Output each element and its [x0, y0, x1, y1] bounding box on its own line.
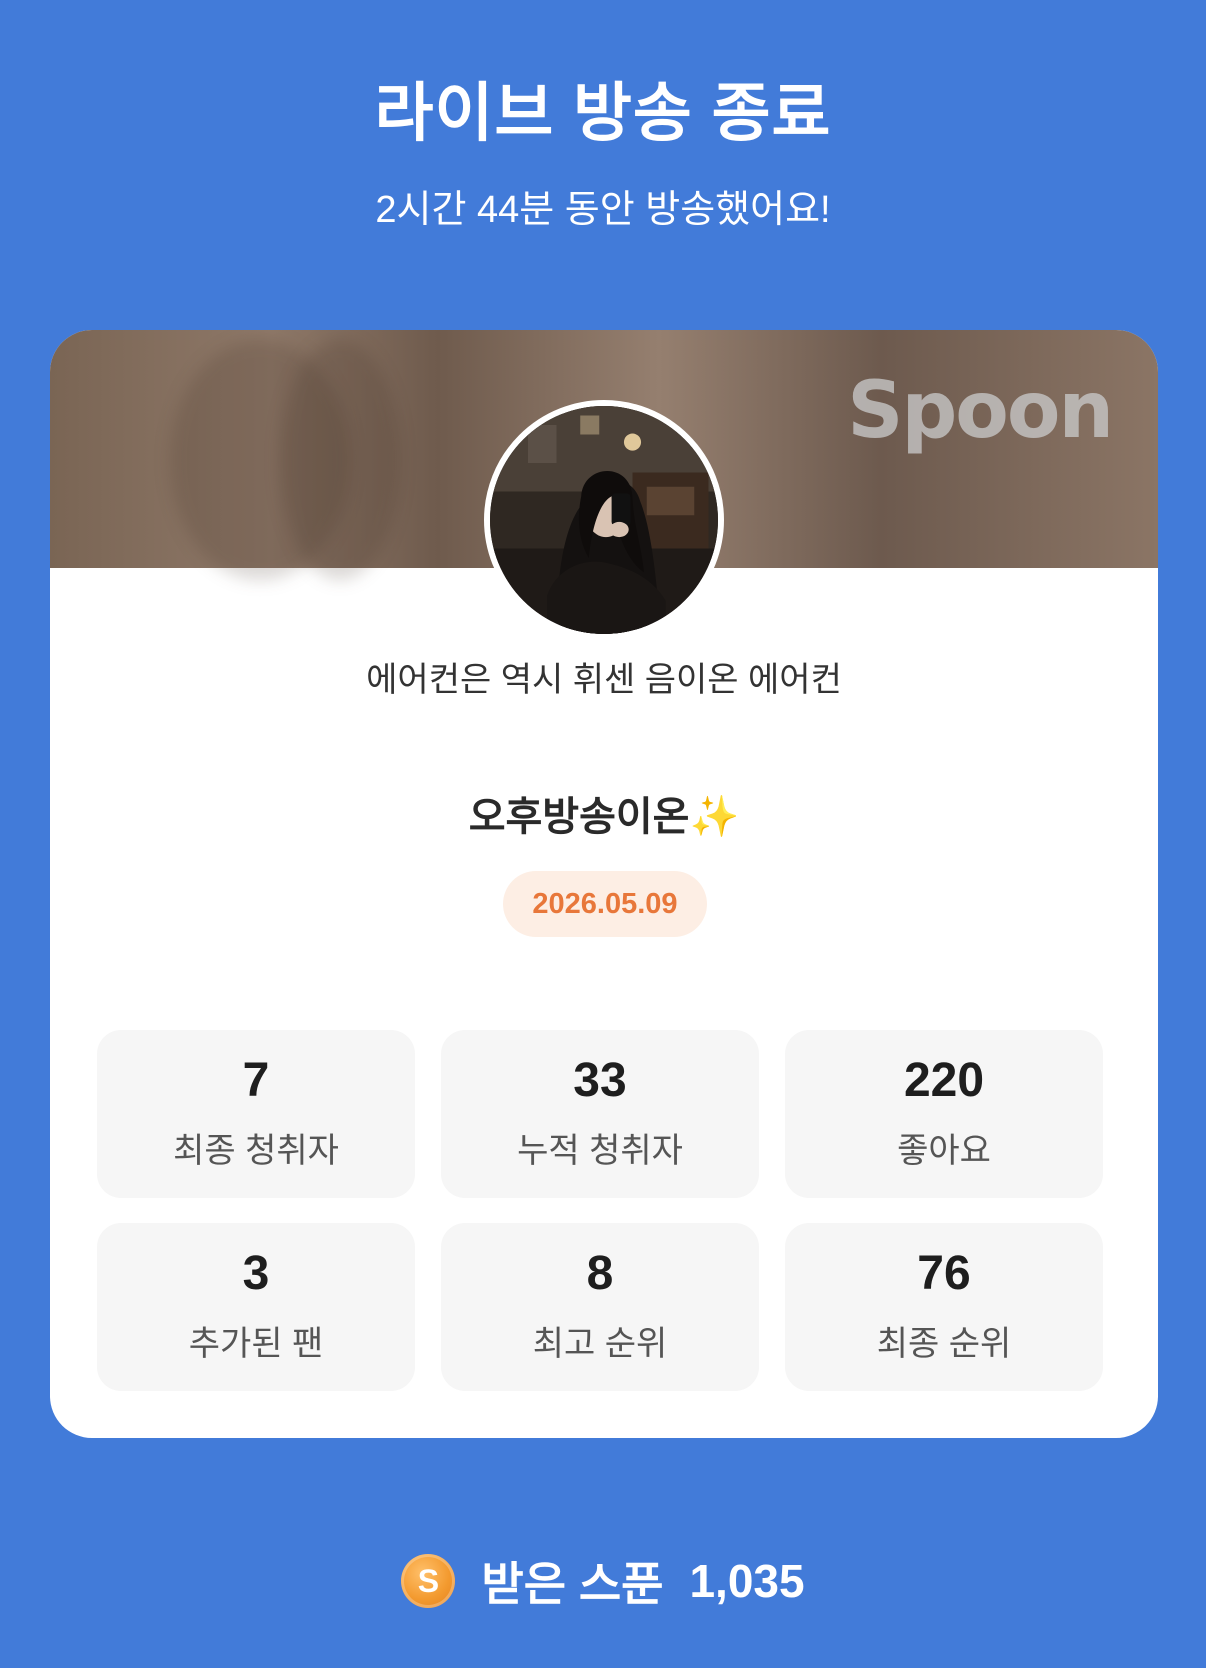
stat-likes: 220 좋아요 [785, 1030, 1103, 1198]
stats-grid: 7 최종 청취자 33 누적 청취자 220 좋아요 3 추가된 팬 8 최고 … [97, 1030, 1103, 1391]
avatar-photo [490, 406, 718, 634]
avatar[interactable] [484, 400, 724, 640]
received-spoons: S 받은 스푼 1,035 [0, 1548, 1206, 1614]
stat-value: 76 [917, 1246, 971, 1300]
stat-label: 최고 순위 [532, 1324, 668, 1363]
stat-label: 추가된 팬 [188, 1324, 324, 1363]
stat-value: 8 [586, 1246, 614, 1300]
stat-final-listeners: 7 최종 청취자 [97, 1030, 415, 1198]
broadcast-duration: 2시간 44분 동안 방송했어요! [375, 189, 831, 231]
live-ended-screen: 라이브 방송 종료 2시간 44분 동안 방송했어요! Spoon 에어컨은 역… [0, 0, 1206, 1668]
stat-new-fans: 3 추가된 팬 [97, 1223, 415, 1391]
spoon-logo: Spoon [847, 366, 1114, 456]
broadcast-date: 2026.05.09 [532, 887, 678, 920]
stat-label: 누적 청취자 [517, 1131, 683, 1170]
received-spoons-label: 받은 스푼 [481, 1558, 664, 1610]
stat-label: 좋아요 [897, 1131, 991, 1170]
stat-best-rank: 8 최고 순위 [441, 1223, 759, 1391]
page-title: 라이브 방송 종료 [374, 77, 832, 149]
stat-value: 3 [242, 1246, 270, 1300]
stat-value: 7 [242, 1053, 270, 1107]
stat-label: 최종 청취자 [173, 1131, 339, 1170]
broadcast-date-badge: 2026.05.09 [503, 871, 707, 937]
stat-value: 33 [573, 1053, 627, 1107]
stat-final-rank: 76 최종 순위 [785, 1223, 1103, 1391]
stat-total-listeners: 33 누적 청취자 [441, 1030, 759, 1198]
spoon-coin-icon: S [401, 1554, 456, 1608]
broadcast-title: 오후방송이온✨ [468, 795, 740, 839]
streamer-nickname: 에어컨은 역시 휘센 음이온 에어컨 [366, 661, 842, 699]
stat-value: 220 [903, 1053, 985, 1107]
stat-label: 최종 순위 [876, 1324, 1012, 1363]
broadcast-summary-card: Spoon 에어컨은 역시 휘센 음이온 에어컨 오후방송이온✨ 2026.05… [50, 330, 1158, 1438]
received-spoons-count: 1,035 [689, 1555, 805, 1607]
banner-shadow [280, 340, 400, 580]
